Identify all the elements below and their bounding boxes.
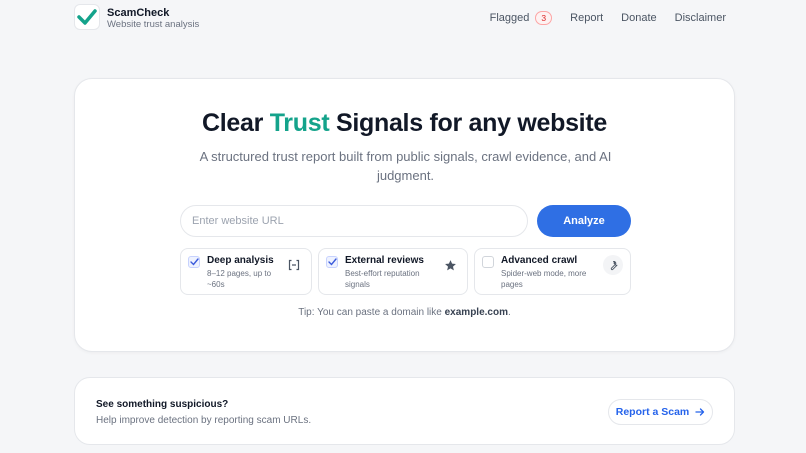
tip-prefix: Tip: You can paste a domain like [298,307,445,318]
deep-analysis-desc: 8–12 pages, up to ~60s [207,269,272,289]
arrow-right-icon [695,408,705,416]
wrench-icon [603,255,623,275]
advanced-crawl-title: Advanced crawl [501,255,578,266]
flagged-count-badge: 3 [535,11,553,25]
top-header: ScamCheck Website trust analysis Flagged… [0,0,806,36]
report-scam-label: Report a Scam [615,406,690,418]
external-reviews-checkbox[interactable] [326,256,338,268]
check-icon [189,258,199,266]
option-external-reviews[interactable]: External reviews Best-effort reputation … [318,248,468,295]
brackets-icon [284,255,304,275]
report-card: See something suspicious? Help improve d… [74,377,735,445]
analyze-button[interactable]: Analyze [537,205,631,237]
nav-flagged[interactable]: Flagged 3 [490,11,553,25]
hero-title-prefix: Clear [202,109,270,137]
option-deep-analysis[interactable]: Deep analysis 8–12 pages, up to ~60s [180,248,312,295]
option-advanced-crawl[interactable]: Advanced crawl Spider-web mode, more pag… [474,248,631,295]
advanced-crawl-desc: Spider-web mode, more pages [501,269,587,289]
tip-example-domain: example.com [444,307,508,318]
brand-name[interactable]: ScamCheck [107,7,169,19]
external-reviews-title: External reviews [345,255,424,266]
deep-analysis-checkbox[interactable] [188,256,200,268]
tip-suffix: . [508,307,511,318]
tip-text: Tip: You can paste a domain like example… [75,307,734,318]
nav-report[interactable]: Report [570,12,603,24]
nav-donate[interactable]: Donate [621,12,656,24]
logo-checkmark-icon[interactable] [74,4,100,30]
hero-subtitle: A structured trust report built from pub… [199,149,612,183]
hero-title-suffix: Signals for any website [329,109,607,137]
star-icon [440,255,460,275]
nav-disclaimer[interactable]: Disclaimer [675,12,726,24]
advanced-crawl-checkbox[interactable] [482,256,494,268]
hero-title: Clear Trust Signals for any website [75,109,734,138]
hero-card: Clear Trust Signals for any website A st… [74,78,735,352]
external-reviews-desc: Best-effort reputation signals [345,269,420,289]
deep-analysis-title: Deep analysis [207,255,274,266]
url-input[interactable] [180,205,528,237]
nav-flagged-label: Flagged [489,12,530,24]
report-scam-button[interactable]: Report a Scam [608,399,713,425]
report-card-title: See something suspicious? [96,399,229,410]
report-card-desc: Help improve detection by reporting scam… [96,415,312,426]
check-icon [327,258,337,266]
main-nav: Flagged 3 Report Donate Disclaimer [490,11,726,25]
brand-tagline: Website trust analysis [107,19,200,30]
hero-title-accent: Trust [269,109,330,137]
